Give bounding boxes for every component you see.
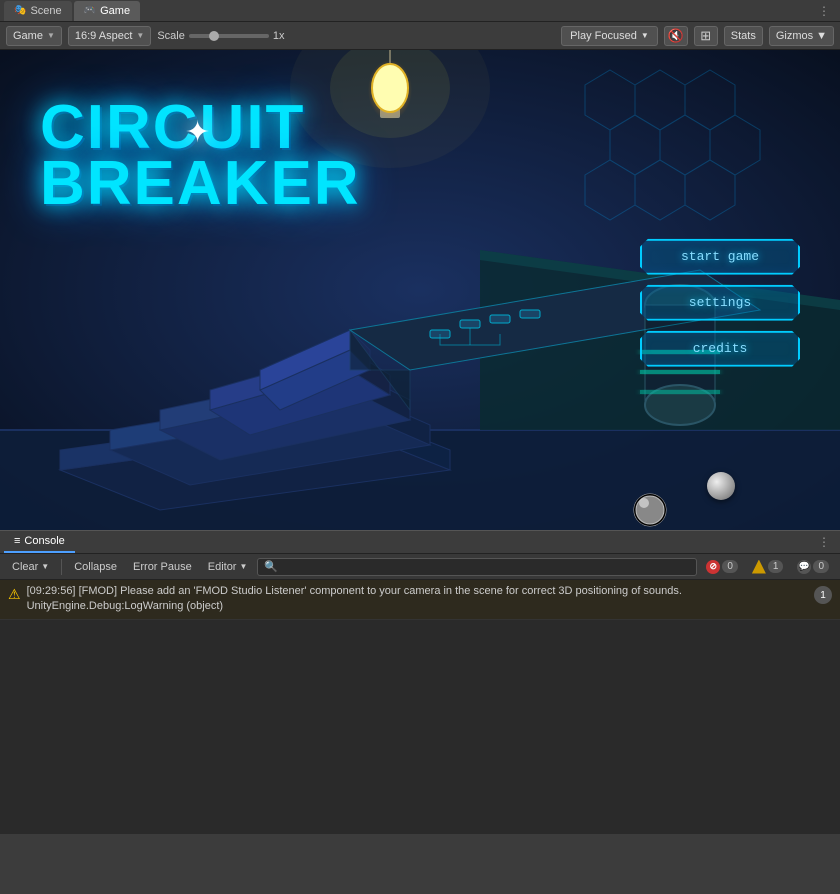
game-viewport: CIRCUIT BREAKER ✦ start game settings cr… bbox=[0, 50, 840, 530]
editor-tab-bar: 🎭 Scene 🎮 Game ⋮ bbox=[0, 0, 840, 22]
game-scene: CIRCUIT BREAKER ✦ start game settings cr… bbox=[0, 50, 840, 530]
search-input[interactable] bbox=[282, 561, 690, 573]
clear-dropdown-arrow: ▼ bbox=[41, 562, 49, 571]
toolbar-divider-1 bbox=[61, 559, 62, 575]
credits-button[interactable]: credits bbox=[640, 331, 800, 367]
collapse-button[interactable]: Collapse bbox=[68, 558, 123, 576]
aspect-dropdown-label: 16:9 Aspect bbox=[75, 30, 133, 42]
log-icon: 💬 bbox=[797, 560, 811, 574]
error-pause-label: Error Pause bbox=[133, 561, 192, 573]
message-source: [FMOD] bbox=[79, 585, 118, 597]
scale-label: Scale bbox=[157, 30, 185, 42]
console-search[interactable]: 🔍 bbox=[257, 558, 697, 576]
scale-section: Scale 1x bbox=[157, 30, 284, 42]
error-count: 0 bbox=[722, 560, 738, 573]
game-toolbar: Game ▼ 16:9 Aspect ▼ Scale 1x Play Focus… bbox=[0, 22, 840, 50]
game-menu: start game settings credits bbox=[640, 239, 800, 367]
play-focused-arrow: ▼ bbox=[641, 31, 649, 40]
console-messages: ⚠ [09:29:56] [FMOD] Please add an 'FMOD … bbox=[0, 580, 840, 834]
warning-count: 1 bbox=[768, 560, 784, 573]
logo-line2: BREAKER bbox=[40, 156, 361, 212]
start-game-button[interactable]: start game bbox=[640, 239, 800, 275]
message-body: Please add an 'FMOD Studio Listener' com… bbox=[27, 585, 682, 612]
tab-scene-label: Scene bbox=[30, 5, 61, 17]
stats-button[interactable]: Stats bbox=[724, 26, 763, 46]
game-dropdown-arrow: ▼ bbox=[47, 31, 55, 40]
game-tab-icon: 🎮 bbox=[84, 5, 96, 16]
editor-arrow: ▼ bbox=[239, 562, 247, 571]
scale-value: 1x bbox=[273, 30, 285, 42]
mute-icon: 🔇 bbox=[668, 28, 684, 44]
console-tab-bar: ≡ Console ⋮ bbox=[0, 530, 840, 554]
editor-button[interactable]: Editor ▼ bbox=[202, 558, 254, 576]
clear-button[interactable]: Clear ▼ bbox=[6, 558, 55, 576]
message-text: [09:29:56] [FMOD] Please add an 'FMOD St… bbox=[27, 584, 808, 615]
error-icon: ⊘ bbox=[706, 560, 720, 574]
console-toolbar: Clear ▼ Collapse Error Pause Editor ▼ 🔍 … bbox=[0, 554, 840, 580]
editor-label: Editor bbox=[208, 561, 237, 573]
search-icon: 🔍 bbox=[264, 560, 278, 573]
console-tab-more[interactable]: ⋮ bbox=[812, 533, 836, 551]
play-focused-button[interactable]: Play Focused ▼ bbox=[561, 26, 658, 46]
game-dropdown[interactable]: Game ▼ bbox=[6, 26, 62, 46]
grid-button[interactable]: ⊞ bbox=[694, 26, 718, 46]
grid-icon: ⊞ bbox=[700, 28, 711, 44]
log-counter: 💬 0 bbox=[792, 558, 834, 576]
stats-label: Stats bbox=[731, 30, 756, 42]
error-pause-button[interactable]: Error Pause bbox=[127, 558, 198, 576]
warning-counter: 1 bbox=[747, 558, 789, 576]
scene-tab-icon: 🎭 bbox=[14, 5, 26, 16]
console-tab[interactable]: ≡ Console bbox=[4, 531, 75, 553]
tab-scene[interactable]: 🎭 Scene bbox=[4, 1, 72, 21]
play-focused-label: Play Focused bbox=[570, 30, 637, 42]
scale-slider-thumb bbox=[209, 31, 219, 41]
mute-button[interactable]: 🔇 bbox=[664, 26, 688, 46]
gizmos-button[interactable]: Gizmos ▼ bbox=[769, 26, 834, 46]
error-counter: ⊘ 0 bbox=[701, 558, 743, 576]
console-tab-label: Console bbox=[24, 535, 64, 547]
tab-game[interactable]: 🎮 Game bbox=[74, 1, 140, 21]
aspect-dropdown-arrow: ▼ bbox=[136, 31, 144, 40]
aspect-dropdown[interactable]: 16:9 Aspect ▼ bbox=[68, 26, 151, 46]
warning-message-icon: ⚠ bbox=[8, 586, 21, 603]
collapse-label: Collapse bbox=[74, 561, 117, 573]
clear-label: Clear bbox=[12, 561, 38, 573]
logo-star-burst: ✦ bbox=[185, 115, 215, 145]
settings-button[interactable]: settings bbox=[640, 285, 800, 321]
console-icon: ≡ bbox=[14, 535, 20, 547]
tab-game-label: Game bbox=[100, 5, 130, 17]
decorative-sphere bbox=[707, 472, 735, 500]
game-dropdown-label: Game bbox=[13, 30, 43, 42]
log-count: 0 bbox=[813, 560, 829, 573]
message-count: 1 bbox=[814, 586, 832, 604]
warning-icon bbox=[752, 560, 766, 574]
gizmos-arrow: ▼ bbox=[816, 30, 827, 42]
console-message-row[interactable]: ⚠ [09:29:56] [FMOD] Please add an 'FMOD … bbox=[0, 580, 840, 620]
gizmos-label: Gizmos bbox=[776, 30, 813, 42]
tab-more-button[interactable]: ⋮ bbox=[812, 2, 836, 20]
message-timestamp: [09:29:56] bbox=[27, 585, 76, 597]
scale-slider[interactable] bbox=[189, 34, 269, 38]
